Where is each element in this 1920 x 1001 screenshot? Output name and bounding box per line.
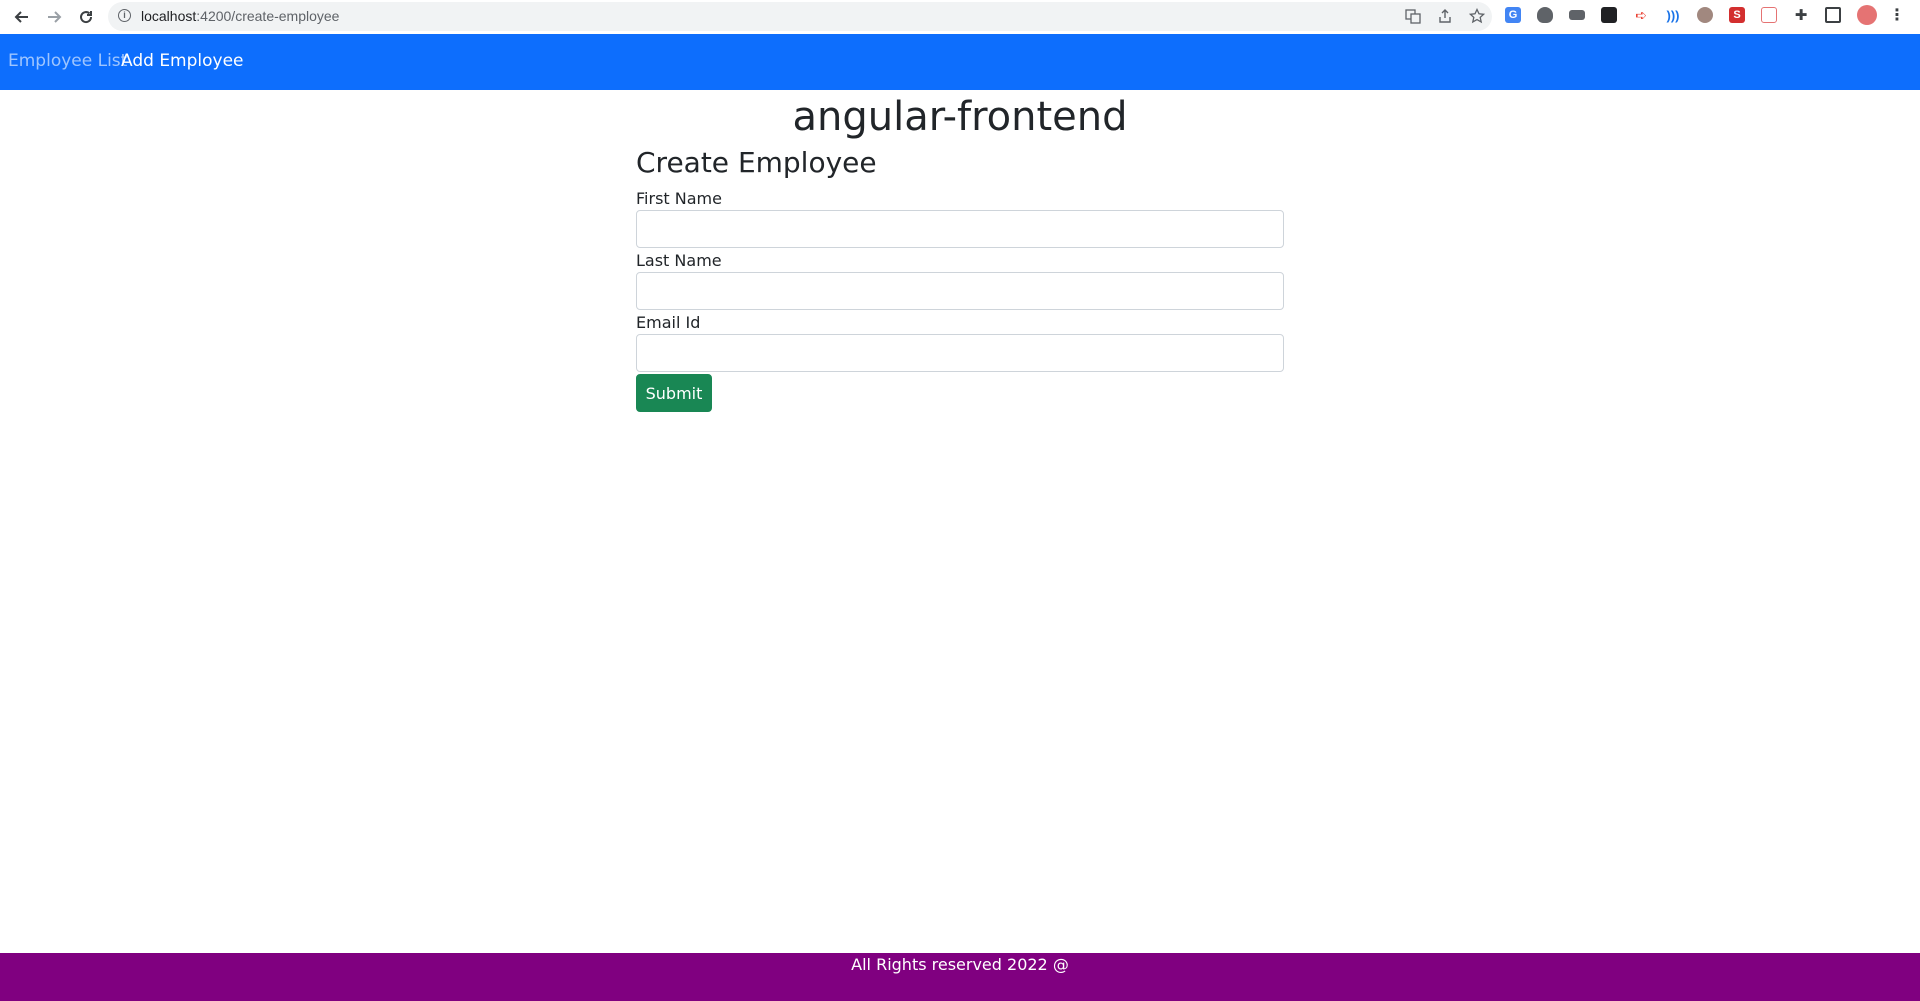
forward-icon[interactable] <box>40 3 68 31</box>
create-employee-form: Create Employee First Name Last Name Ema… <box>636 146 1284 412</box>
translate-icon[interactable] <box>1404 7 1422 25</box>
first-name-label: First Name <box>636 189 722 208</box>
last-name-label: Last Name <box>636 251 722 270</box>
calendar-ext-icon[interactable] <box>1761 7 1777 23</box>
puzzle-icon[interactable]: ✚ <box>1793 7 1809 24</box>
gamepad-icon[interactable] <box>1601 7 1617 23</box>
form-title: Create Employee <box>636 146 877 179</box>
last-name-input[interactable] <box>636 272 1284 310</box>
email-id-label: Email Id <box>636 313 701 332</box>
url-text: localhost:4200/create-employee <box>141 8 340 24</box>
browser-toolbar: i localhost:4200/create-employee G ➪ )))… <box>0 0 1920 34</box>
menu-kebab-icon[interactable]: ⋮ <box>1889 7 1905 24</box>
submit-button[interactable]: Submit <box>636 374 712 412</box>
nav-employee-list[interactable]: Employee List <box>8 51 127 71</box>
reload-icon[interactable] <box>72 3 100 31</box>
face-ext-icon[interactable] <box>1697 7 1713 23</box>
back-icon[interactable] <box>8 3 36 31</box>
first-name-input[interactable] <box>636 210 1284 248</box>
address-bar[interactable]: i localhost:4200/create-employee <box>108 2 1492 31</box>
profile-avatar[interactable] <box>1857 5 1877 25</box>
arrow-ext-icon[interactable]: ➪ <box>1633 7 1649 23</box>
site-info-icon[interactable]: i <box>118 9 131 22</box>
page-footer: All Rights reserved 2022 @ <box>0 953 1920 1001</box>
app-navbar: Employee List Add Employee <box>0 34 1920 90</box>
app-title: angular-frontend <box>792 94 1128 140</box>
footer-text: All Rights reserved 2022 @ <box>851 955 1069 974</box>
nav-add-employee[interactable]: Add Employee <box>121 51 244 71</box>
sidepanel-icon[interactable] <box>1825 7 1841 23</box>
bookmark-star-icon[interactable] <box>1468 7 1486 25</box>
share-icon[interactable] <box>1436 7 1454 25</box>
email-id-input[interactable] <box>636 334 1284 372</box>
google-translate-icon[interactable]: G <box>1505 7 1521 23</box>
wave-ext-icon[interactable]: ))) <box>1665 7 1681 23</box>
shield-icon[interactable] <box>1537 7 1553 23</box>
s-ext-icon[interactable]: S <box>1729 7 1745 23</box>
sneaker-icon[interactable] <box>1569 10 1585 20</box>
